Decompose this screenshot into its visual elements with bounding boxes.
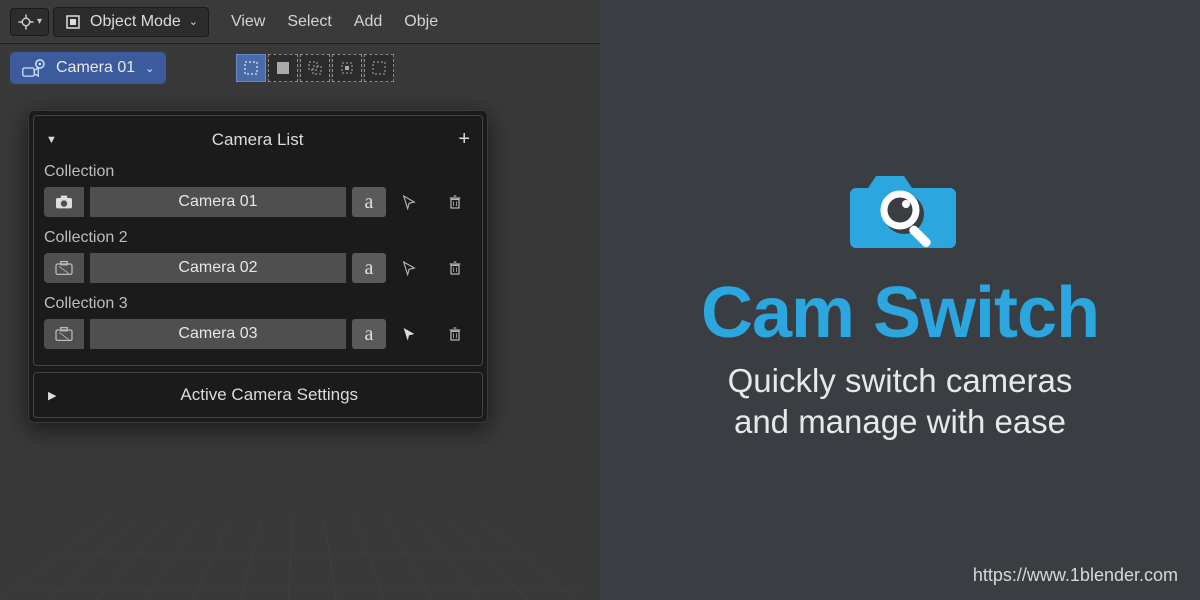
collection-label: Collection 2 xyxy=(44,227,472,253)
collection-group-1: Collection 2 Camera 02 a xyxy=(44,227,472,283)
header-second-row: Camera 01 ⌄ xyxy=(0,44,600,92)
set-active-camera-button[interactable] xyxy=(44,253,84,283)
active-camera-label: Camera 01 xyxy=(56,59,135,77)
top-toolbar: ▾ Object Mode ⌄ View Select Add Obje xyxy=(0,0,600,44)
camera-list-header[interactable]: ▼ Camera List + xyxy=(44,124,472,161)
collection-group-0: Collection Camera 01 a xyxy=(44,161,472,217)
popup-title: Camera List xyxy=(212,130,304,150)
select-in-viewport-button[interactable] xyxy=(392,253,426,283)
trash-icon xyxy=(447,193,463,211)
camera-icon xyxy=(54,194,74,210)
collection-label: Collection 3 xyxy=(44,293,472,319)
camera-row: Camera 03 a xyxy=(44,319,472,349)
camera-name-field[interactable]: Camera 03 xyxy=(90,319,346,349)
collection-label: Collection xyxy=(44,161,472,187)
viewport-grid xyxy=(0,517,600,600)
set-active-camera-button[interactable] xyxy=(44,187,84,217)
camera-row: Camera 01 a xyxy=(44,187,472,217)
set-active-camera-button[interactable] xyxy=(44,319,84,349)
collapse-triangle-icon: ▼ xyxy=(46,134,57,146)
camera-outline-icon xyxy=(54,260,74,276)
delete-camera-button[interactable] xyxy=(438,253,472,283)
select-in-viewport-button[interactable] xyxy=(392,187,426,217)
camera-row: Camera 02 a xyxy=(44,253,472,283)
select-in-viewport-button[interactable] xyxy=(392,319,426,349)
object-mode-icon xyxy=(64,13,82,31)
rename-button[interactable]: a xyxy=(352,253,386,283)
menu-select[interactable]: Select xyxy=(287,13,331,31)
add-camera-button[interactable]: + xyxy=(458,128,470,151)
menu-bar: View Select Add Obje xyxy=(231,13,438,31)
product-url: https://www.1blender.com xyxy=(973,565,1178,586)
select-mode-4[interactable] xyxy=(332,54,362,82)
camera-outline-icon xyxy=(54,326,74,342)
camera-list-popup: ▼ Camera List + Collection Camera 01 a xyxy=(28,110,488,423)
cursor-icon xyxy=(401,260,417,276)
active-camera-settings-row[interactable]: ▶ Active Camera Settings xyxy=(33,372,483,418)
app-left-panel: ▾ Object Mode ⌄ View Select Add Obje Cam… xyxy=(0,0,600,600)
marketing-panel: Cam Switch Quickly switch cameras and ma… xyxy=(600,0,1200,600)
select-mode-1[interactable] xyxy=(236,54,266,82)
mode-label: Object Mode xyxy=(90,13,181,31)
settings-label: Active Camera Settings xyxy=(70,385,468,405)
expand-triangle-icon: ▶ xyxy=(48,389,56,402)
select-mode-2[interactable] xyxy=(268,54,298,82)
rename-button[interactable]: a xyxy=(352,319,386,349)
menu-object[interactable]: Obje xyxy=(404,13,438,31)
delete-camera-button[interactable] xyxy=(438,319,472,349)
cursor-icon xyxy=(401,194,417,210)
product-subtitle: Quickly switch cameras and manage with e… xyxy=(728,360,1073,443)
menu-add[interactable]: Add xyxy=(354,13,382,31)
chevron-down-icon: ⌄ xyxy=(189,15,198,28)
camera-name-field[interactable]: Camera 02 xyxy=(90,253,346,283)
rename-button[interactable]: a xyxy=(352,187,386,217)
selection-mode-buttons xyxy=(236,54,394,82)
menu-view[interactable]: View xyxy=(231,13,265,31)
trash-icon xyxy=(447,325,463,343)
camera-switch-icon xyxy=(22,58,48,78)
delete-camera-button[interactable] xyxy=(438,187,472,217)
cursor-tool-button[interactable]: ▾ xyxy=(10,8,49,36)
product-title: Cam Switch xyxy=(701,272,1099,354)
camera-search-icon xyxy=(840,158,960,258)
camera-name-field[interactable]: Camera 01 xyxy=(90,187,346,217)
product-logo xyxy=(840,158,960,258)
select-mode-5[interactable] xyxy=(364,54,394,82)
mode-selector[interactable]: Object Mode ⌄ xyxy=(53,7,209,37)
trash-icon xyxy=(447,259,463,277)
chevron-down-icon: ⌄ xyxy=(145,62,154,75)
camera-switcher-dropdown[interactable]: Camera 01 ⌄ xyxy=(10,52,166,84)
select-mode-3[interactable] xyxy=(300,54,330,82)
cursor-filled-icon xyxy=(401,326,417,342)
collection-group-2: Collection 3 Camera 03 a xyxy=(44,293,472,349)
